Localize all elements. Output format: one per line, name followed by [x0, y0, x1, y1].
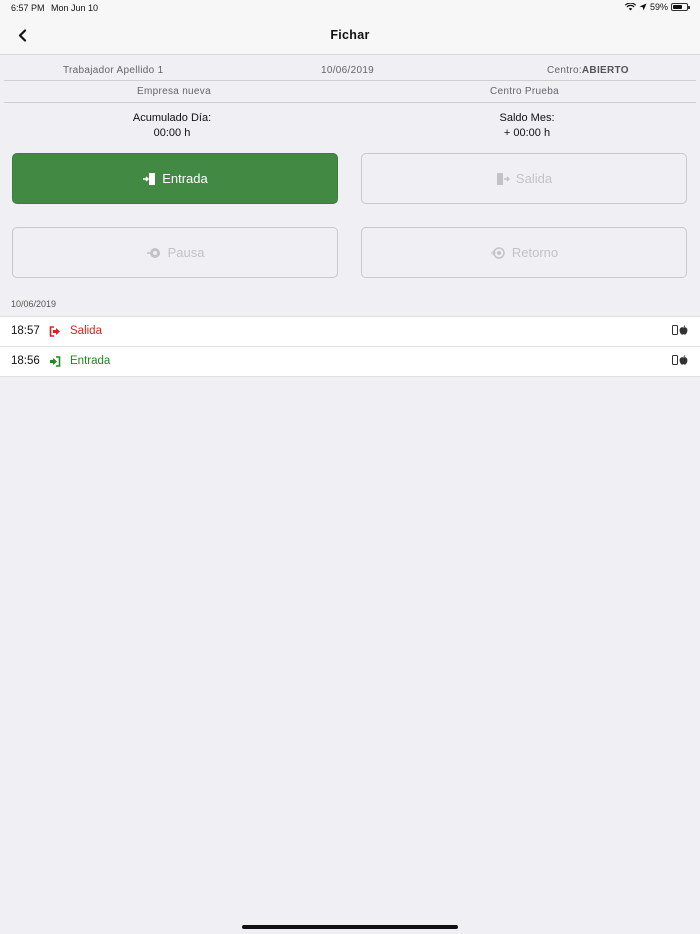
status-right: 59%: [624, 2, 690, 12]
centro-label: Centro:: [547, 65, 582, 76]
pausa-label: Pausa: [167, 245, 205, 260]
home-indicator[interactable]: [242, 925, 458, 929]
day-accumulated-value: 00:00 h: [153, 127, 191, 139]
entrada-button[interactable]: Entrada: [12, 153, 338, 204]
log-date-header: 10/06/2019: [11, 299, 57, 309]
center-name: Centro Prueba: [490, 86, 559, 97]
retorno-label: Retorno: [511, 245, 559, 260]
log-time: 18:57: [11, 325, 40, 337]
log-row-entrada[interactable]: 18:56 Entrada: [0, 347, 700, 377]
company-name: Empresa nueva: [137, 86, 211, 97]
navigation-bar: Fichar: [0, 17, 700, 55]
status-time: 6:57 PM: [11, 3, 45, 13]
retorno-button[interactable]: Retorno: [361, 227, 687, 278]
day-accumulated: Acumulado Día: 00:00 h: [72, 111, 272, 141]
info-row-company: Empresa nueva Centro Prueba: [4, 82, 696, 103]
phone-icon: [672, 355, 678, 365]
log-row-salida[interactable]: 18:57 Salida: [0, 317, 700, 347]
door-exit-icon: [496, 172, 510, 185]
pause-coffee-icon: [146, 247, 160, 258]
day-accumulated-label: Acumulado Día:: [132, 112, 212, 124]
apple-icon: [679, 355, 688, 365]
door-enter-icon: [143, 172, 156, 185]
phone-icon: [672, 325, 678, 335]
salida-button[interactable]: Salida: [361, 153, 687, 204]
battery-icon: [671, 3, 690, 11]
wifi-icon: [624, 3, 636, 11]
log-label: Salida: [70, 325, 102, 337]
apple-icon: [679, 325, 688, 335]
month-balance-label: Saldo Mes:: [499, 112, 555, 124]
status-date: Mon Jun 10: [51, 3, 99, 13]
device-indicator: [672, 325, 688, 335]
punch-log-list: 18:57 Salida 18:56 Entrada: [0, 316, 700, 377]
pausa-button[interactable]: Pausa: [12, 227, 338, 278]
info-row-worker: Trabajador Apellido 1 10/06/2019 Centro:…: [4, 61, 696, 81]
month-balance: Saldo Mes: + 00:00 h: [427, 111, 627, 141]
salida-label: Salida: [515, 171, 553, 186]
sign-in-icon: [50, 356, 61, 367]
sign-out-icon: [49, 326, 60, 337]
log-time: 18:56: [11, 355, 40, 367]
worker-name: Trabajador Apellido 1: [63, 65, 164, 76]
info-date: 10/06/2019: [321, 65, 375, 76]
status-bar: 6:57 PM Mon Jun 10 59%: [0, 0, 700, 17]
device-indicator: [672, 355, 688, 365]
entrada-label: Entrada: [162, 171, 208, 186]
log-label: Entrada: [70, 355, 111, 367]
centro-value: ABIERTO: [581, 65, 629, 76]
return-icon: [490, 246, 505, 259]
location-arrow-icon: [639, 3, 647, 11]
page-title: Fichar: [330, 28, 370, 42]
month-balance-value: + 00:00 h: [503, 127, 551, 139]
battery-percent: 59%: [649, 2, 668, 12]
centro-status: Centro:ABIERTO: [547, 65, 629, 76]
